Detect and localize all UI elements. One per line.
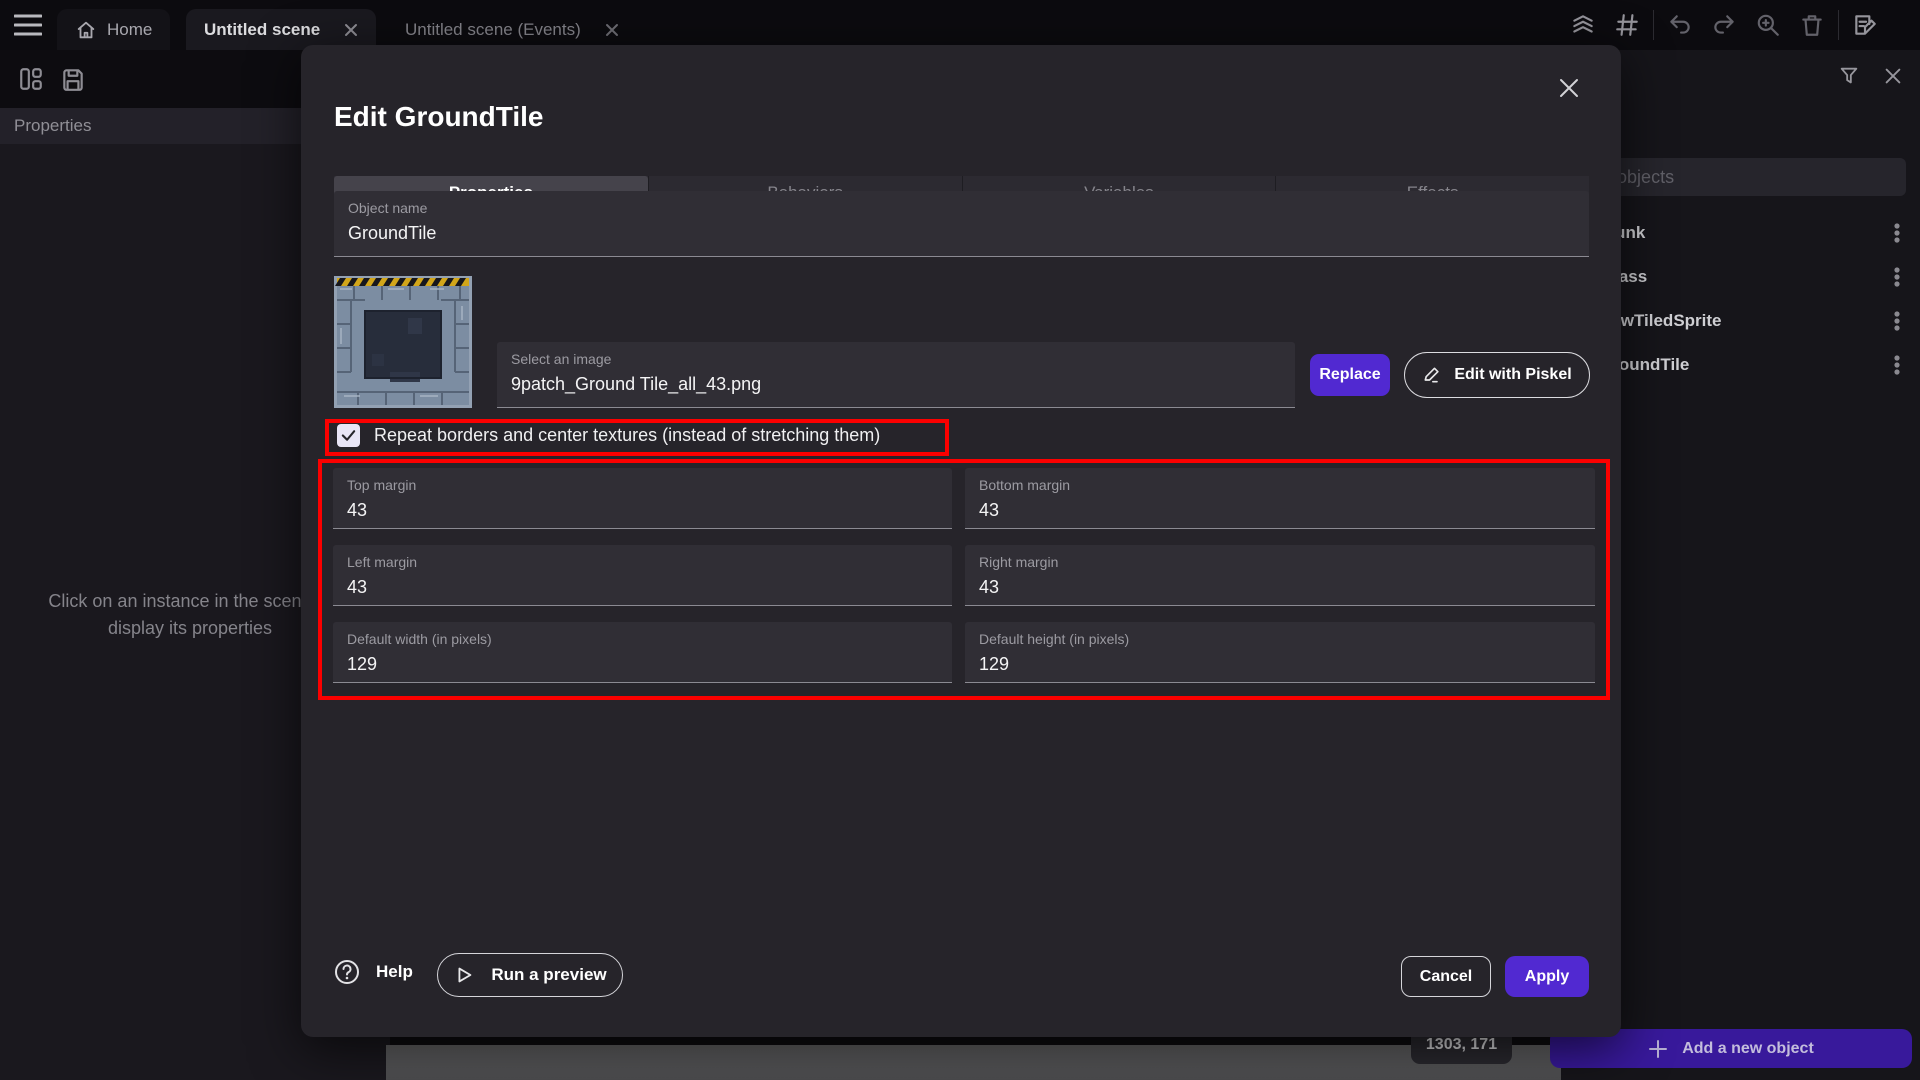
toolbar-divider xyxy=(1838,10,1839,40)
run-preview-button[interactable]: Run a preview xyxy=(437,953,623,997)
object-name-value[interactable]: GroundTile xyxy=(348,223,1575,244)
filter-icon[interactable] xyxy=(1838,65,1860,87)
left-margin-field[interactable]: Left margin 43 xyxy=(333,545,952,606)
repeat-borders-row: Repeat borders and center textures (inst… xyxy=(337,424,880,447)
dialog-footer: Help Run a preview Cancel Apply xyxy=(334,953,1589,999)
properties-panel-title: Properties xyxy=(14,116,91,136)
close-tab-icon[interactable] xyxy=(344,23,358,37)
home-icon xyxy=(75,19,97,41)
tab-home-label: Home xyxy=(107,20,152,40)
default-width-field[interactable]: Default width (in pixels) 129 xyxy=(333,622,952,683)
cancel-button[interactable]: Cancel xyxy=(1401,956,1491,997)
image-filename[interactable]: 9patch_Ground Tile_all_43.png xyxy=(511,374,1281,395)
zoom-in-icon[interactable] xyxy=(1755,12,1781,38)
tab-untitled-scene-events[interactable]: Untitled scene (Events) xyxy=(387,9,637,50)
toolbar-divider xyxy=(1653,10,1654,40)
question-icon xyxy=(334,959,360,985)
close-panel-icon[interactable] xyxy=(1882,65,1904,87)
help-button[interactable]: Help xyxy=(334,959,413,985)
undo-icon[interactable] xyxy=(1667,12,1693,38)
close-tab-icon[interactable] xyxy=(605,23,619,37)
apply-button[interactable]: Apply xyxy=(1505,956,1589,997)
edit-with-piskel-button[interactable]: Edit with Piskel xyxy=(1404,352,1590,398)
top-margin-field[interactable]: Top margin 43 xyxy=(333,468,952,529)
kebab-menu-icon[interactable] xyxy=(1888,311,1906,331)
object-image-thumbnail[interactable] xyxy=(334,276,472,408)
repeat-borders-label: Repeat borders and center textures (inst… xyxy=(374,425,880,446)
select-image-label: Select an image xyxy=(511,351,1281,367)
tab-scene-label: Untitled scene xyxy=(204,20,320,40)
layout-panels-icon[interactable] xyxy=(18,66,44,92)
scene-canvas-edge[interactable] xyxy=(386,1045,1561,1080)
kebab-menu-icon[interactable] xyxy=(1888,223,1906,243)
right-margin-field[interactable]: Right margin 43 xyxy=(965,545,1595,606)
bottom-margin-field[interactable]: Bottom margin 43 xyxy=(965,468,1595,529)
object-name-field[interactable]: Object name GroundTile xyxy=(334,191,1589,257)
margins-grid: Top margin 43 Bottom margin 43 Left marg… xyxy=(333,468,1595,683)
tab-home[interactable]: Home xyxy=(57,9,170,50)
save-icon[interactable] xyxy=(60,66,86,92)
replace-image-button[interactable]: Replace xyxy=(1310,354,1390,396)
scene-toolbar-left xyxy=(0,50,301,108)
dialog-title: Edit GroundTile xyxy=(334,101,543,133)
check-icon xyxy=(340,427,357,444)
app-root: Home Untitled scene Untitled scene (Even… xyxy=(0,0,1920,1080)
select-image-field[interactable]: Select an image 9patch_Ground Tile_all_4… xyxy=(497,342,1295,408)
repeat-borders-checkbox[interactable] xyxy=(337,424,360,447)
tab-untitled-scene[interactable]: Untitled scene xyxy=(186,9,376,50)
delete-icon[interactable] xyxy=(1799,12,1825,38)
play-icon xyxy=(453,964,475,986)
grid-icon[interactable] xyxy=(1614,12,1640,38)
edit-object-dialog: Edit GroundTile Properties Behaviors Var… xyxy=(301,45,1621,1037)
tab-events-label: Untitled scene (Events) xyxy=(405,20,581,40)
plus-icon xyxy=(1648,1039,1668,1059)
close-dialog-icon[interactable] xyxy=(1558,77,1580,99)
hamburger-menu-icon[interactable] xyxy=(14,14,42,36)
layers-icon[interactable] xyxy=(1570,12,1596,38)
redo-icon[interactable] xyxy=(1711,12,1737,38)
default-height-field[interactable]: Default height (in pixels) 129 xyxy=(965,622,1595,683)
scene-toolbar-right xyxy=(1561,0,1920,50)
object-name-label: Object name xyxy=(348,200,1575,216)
kebab-menu-icon[interactable] xyxy=(1888,267,1906,287)
edit-scene-properties-icon[interactable] xyxy=(1852,12,1878,38)
kebab-menu-icon[interactable] xyxy=(1888,355,1906,375)
pencil-icon xyxy=(1422,365,1442,385)
